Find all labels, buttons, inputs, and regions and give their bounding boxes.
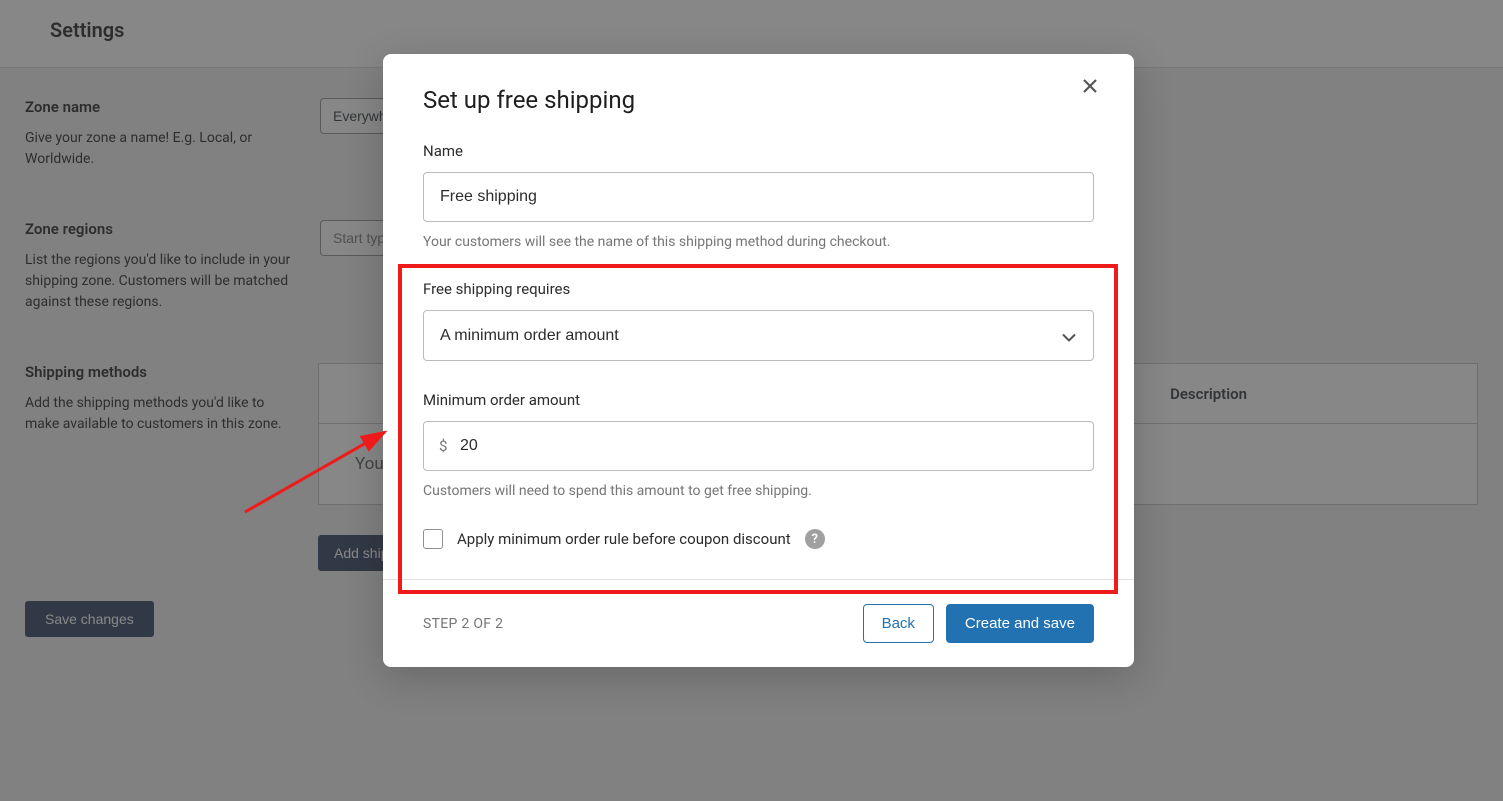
close-icon[interactable] (1082, 78, 1106, 102)
requires-select[interactable]: A minimum order amount (423, 310, 1094, 361)
back-button[interactable]: Back (863, 604, 934, 643)
name-label: Name (423, 142, 1094, 160)
name-input[interactable] (423, 172, 1094, 222)
min-amount-label: Minimum order amount (423, 391, 1094, 409)
apply-before-coupon-label: Apply minimum order rule before coupon d… (457, 530, 791, 548)
help-icon[interactable]: ? (805, 529, 825, 549)
currency-symbol: $ (439, 437, 447, 455)
modal-title: Set up free shipping (423, 86, 1094, 114)
requires-label: Free shipping requires (423, 280, 1094, 298)
create-save-button[interactable]: Create and save (946, 604, 1094, 643)
min-amount-help: Customers will need to spend this amount… (423, 483, 1094, 499)
min-amount-input[interactable] (423, 421, 1094, 471)
name-help: Your customers will see the name of this… (423, 234, 1094, 250)
apply-before-coupon-checkbox[interactable] (423, 529, 443, 549)
free-shipping-modal: Set up free shipping Name Your customers… (383, 54, 1134, 667)
step-indicator: STEP 2 OF 2 (423, 616, 503, 632)
